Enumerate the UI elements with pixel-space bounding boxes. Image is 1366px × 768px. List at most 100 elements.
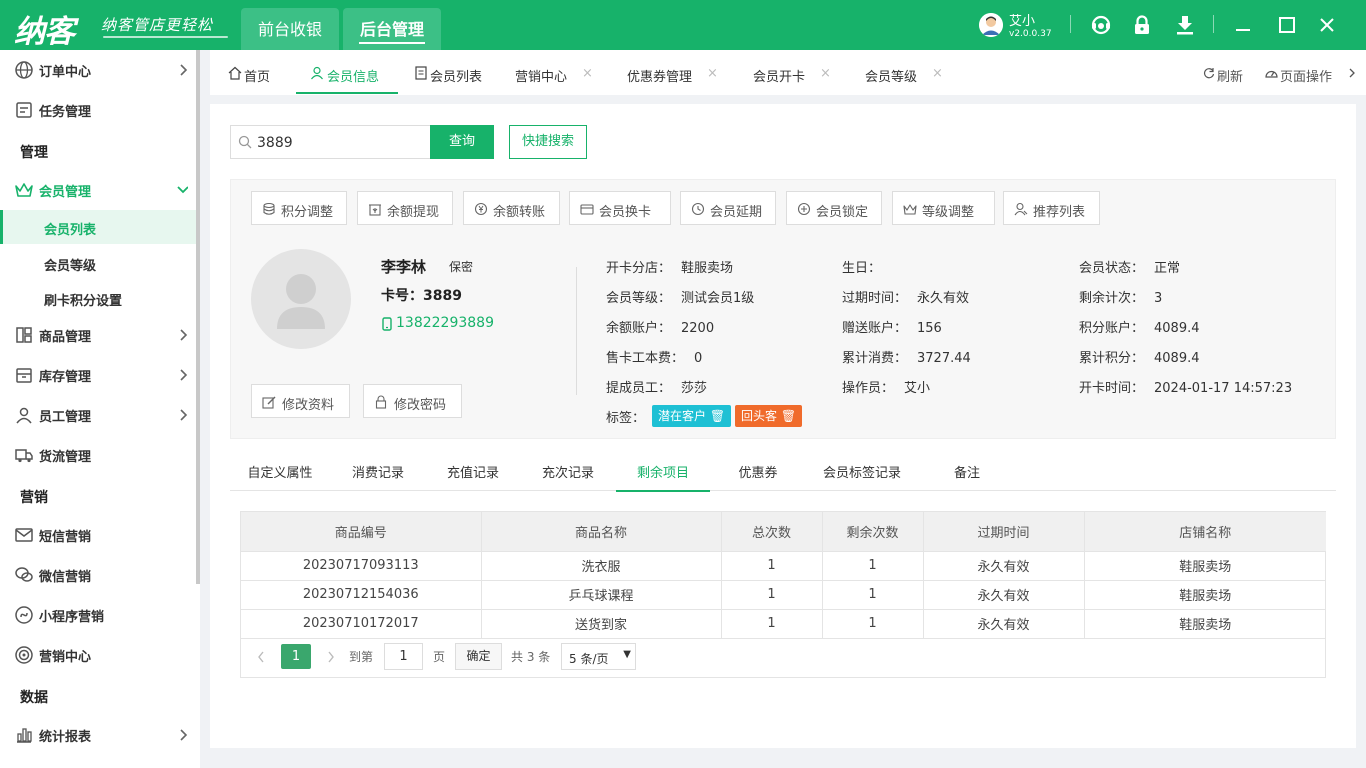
member-change-card-button[interactable]: 会员换卡 [569, 191, 671, 225]
crown-icon [903, 204, 917, 215]
sidebar-sub-points-settings[interactable]: 刷卡积分设置 [0, 281, 196, 315]
sidebar-sub-member-level[interactable]: 会员等级 [0, 246, 196, 280]
tag-potential-customer[interactable]: 潜在客户 🗑 [652, 405, 732, 427]
tab-member-level[interactable]: 会员等级 × [865, 50, 953, 95]
minimize-icon[interactable] [1232, 14, 1254, 36]
tab-label: 优惠券管理 [627, 70, 693, 85]
info-value: 0 [694, 351, 703, 366]
balance-transfer-button[interactable]: 余额转账 [463, 191, 560, 225]
top-bar: 纳客 纳客管店更轻松 前台收银 后台管理 艾小 v2.0.0.37 [0, 0, 1366, 50]
info-open-branch: 开卡分店： 鞋服卖场 [606, 257, 733, 276]
clock-icon [691, 202, 705, 216]
tab-member-info[interactable]: 会员信息 [296, 50, 398, 95]
page-ops-button[interactable]: 页面操作 [1265, 50, 1360, 95]
subtab-label: 优惠券 [738, 466, 778, 481]
sidebar-item-member-manage[interactable]: 会员管理 [0, 170, 196, 210]
sidebar-item-goods[interactable]: 商品管理 [0, 315, 196, 355]
close-icon[interactable] [1316, 14, 1338, 36]
truck-icon [15, 449, 33, 463]
goto-confirm-button[interactable]: 确定 [455, 643, 502, 670]
chevron-left-icon[interactable] [257, 651, 265, 663]
sidebar-item-task[interactable]: 任务管理 [0, 90, 196, 130]
tab-marketing-center[interactable]: 营销中心 × [515, 50, 605, 95]
total-count: 共 3 条 [511, 650, 551, 664]
sidebar-item-miniapp[interactable]: 小程序营销 [0, 595, 196, 635]
page-current[interactable]: 1 [281, 644, 311, 669]
subtab-count-recharge[interactable]: 充次记录 [521, 452, 615, 491]
col-header: 店铺名称 [1084, 512, 1326, 552]
subtab-coupons[interactable]: 优惠券 [711, 452, 805, 491]
download-icon[interactable] [1174, 14, 1196, 36]
tab-home[interactable]: 首页 [226, 50, 292, 95]
referral-list-button[interactable]: 推荐列表 [1003, 191, 1100, 225]
tab-coupon-manage[interactable]: 优惠券管理 × [627, 50, 727, 95]
points-adjust-button[interactable]: 积分调整 [251, 191, 347, 225]
subtab-custom-attrs[interactable]: 自定义属性 [230, 452, 330, 491]
quick-search-button[interactable]: 快捷搜索 [509, 125, 587, 159]
sidebar-scrollbar[interactable] [196, 50, 200, 584]
page-size-select[interactable]: 5 条/页 ▼ [561, 643, 636, 670]
sidebar-item-report[interactable]: 统计报表 [0, 715, 196, 755]
tab-backend-admin[interactable]: 后台管理 [343, 8, 441, 50]
sidebar-item-marketing-center[interactable]: 营销中心 [0, 635, 196, 675]
sidebar-item-stock[interactable]: 库存管理 [0, 355, 196, 395]
chevron-right-icon[interactable] [327, 651, 335, 663]
tab-close-icon[interactable]: × [707, 66, 718, 81]
query-button[interactable]: 查询 [430, 125, 494, 159]
tab-member-list[interactable]: 会员列表 [414, 50, 494, 95]
wallet-icon [369, 204, 381, 216]
member-lock-button[interactable]: 会员锁定 [786, 191, 882, 225]
main-content: 3889 查询 快捷搜索 积分调整 余额提现 余额转账 会员换卡 会员延期 会员… [210, 104, 1356, 748]
tag-text: 潜在客户 [658, 409, 707, 423]
change-password-button[interactable]: 修改密码 [363, 384, 462, 418]
maximize-icon[interactable] [1276, 14, 1298, 36]
subtab-consumption[interactable]: 消费记录 [331, 452, 425, 491]
slogan-underline [103, 36, 228, 38]
tab-close-icon[interactable]: × [932, 66, 943, 81]
active-tab-underline [359, 42, 425, 44]
balance-withdraw-button[interactable]: 余额提现 [357, 191, 453, 225]
tab-close-icon[interactable]: × [820, 66, 831, 81]
table-cell: 1 [721, 551, 823, 581]
tab-close-icon[interactable]: × [582, 66, 593, 81]
customer-service-icon[interactable] [1090, 14, 1112, 36]
sidebar-item-order-center[interactable]: 订单中心 [0, 50, 196, 90]
sidebar-item-sms[interactable]: 短信营销 [0, 515, 196, 555]
info-gift-account: 赠送账户： 156 [842, 317, 942, 336]
info-value: 156 [917, 321, 942, 336]
tab-front-cashier[interactable]: 前台收银 [241, 8, 339, 50]
info-value: 永久有效 [917, 291, 970, 306]
trash-icon[interactable]: 🗑 [781, 409, 796, 423]
info-key: 积分账户： [1079, 321, 1145, 336]
trash-icon[interactable]: 🗑 [710, 409, 725, 423]
sidebar-item-logistics[interactable]: 货流管理 [0, 435, 196, 475]
level-adjust-button[interactable]: 等级调整 [892, 191, 995, 225]
sidebar-sub-member-list[interactable]: 会员列表 [0, 210, 196, 244]
lock-icon[interactable] [1131, 14, 1153, 36]
goto-page-input[interactable]: 1 [384, 643, 423, 670]
tab-label: 会员等级 [865, 70, 918, 85]
sidebar-item-staff[interactable]: 员工管理 [0, 395, 196, 435]
info-key: 会员状态： [1079, 261, 1145, 276]
sidebar-group-data: 数据 [20, 690, 48, 706]
globe-icon [15, 61, 33, 79]
search-icon [238, 135, 252, 149]
info-key: 累计积分： [1079, 351, 1145, 366]
table-row[interactable]: 20230717093113 洗衣服 1 1 永久有效 鞋服卖场 [241, 551, 1326, 581]
tab-member-open-card[interactable]: 会员开卡 × [753, 50, 841, 95]
sidebar-item-wechat[interactable]: 微信营销 [0, 555, 196, 595]
refresh-button[interactable]: 刷新 [1203, 50, 1253, 95]
edit-profile-button[interactable]: 修改资料 [251, 384, 350, 418]
subtab-recharge[interactable]: 充值记录 [426, 452, 520, 491]
info-key: 操作员： [842, 381, 895, 396]
subtab-tag-records[interactable]: 会员标签记录 [806, 452, 918, 491]
subtab-remaining-items[interactable]: 剩余项目 [616, 452, 710, 492]
table-row[interactable]: 20230712154036 乒乓球课程 1 1 永久有效 鞋服卖场 [241, 580, 1326, 610]
tag-returning-customer[interactable]: 回头客 🗑 [735, 405, 803, 427]
info-points-account: 积分账户： 4089.4 [1079, 317, 1200, 336]
search-input[interactable]: 3889 [230, 125, 431, 159]
vertical-divider [576, 267, 577, 395]
member-extend-button[interactable]: 会员延期 [680, 191, 776, 225]
subtab-remarks[interactable]: 备注 [920, 452, 1014, 491]
table-row[interactable]: 20230710172017 送货到家 1 1 永久有效 鞋服卖场 [241, 609, 1326, 639]
